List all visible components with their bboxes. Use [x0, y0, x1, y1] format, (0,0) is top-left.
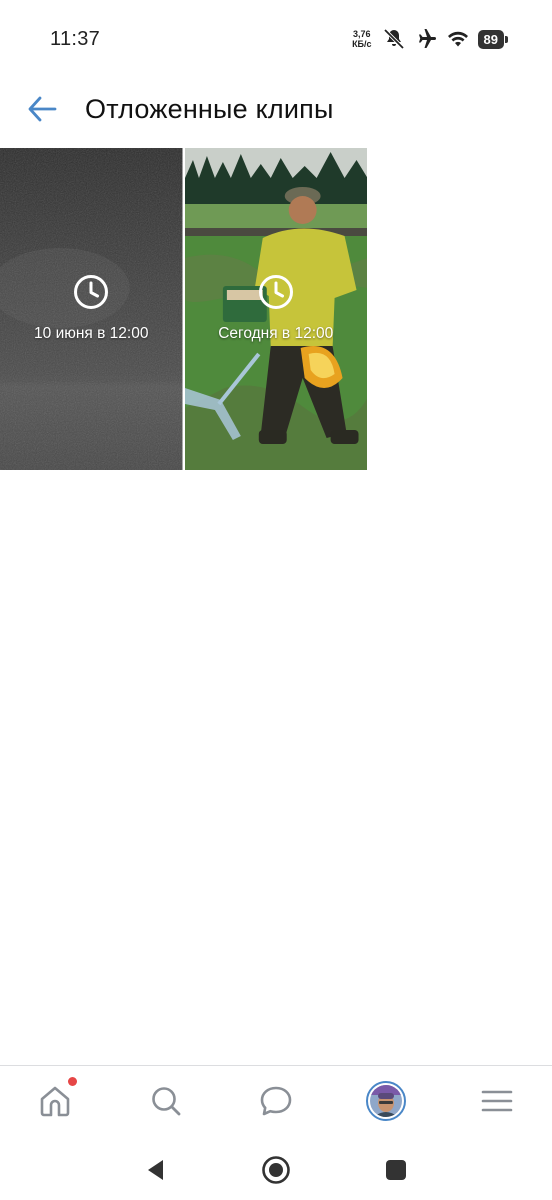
- clip-date: Сегодня в 12:00: [218, 325, 334, 342]
- wifi-icon: [447, 31, 468, 47]
- recents-square-icon: [386, 1160, 406, 1180]
- clip-card[interactable]: Сегодня в 12:00: [184, 148, 368, 470]
- nav-item-home[interactable]: [0, 1066, 110, 1135]
- hamburger-menu-icon: [481, 1090, 513, 1111]
- network-speed: 3,76 КБ/с: [352, 29, 371, 49]
- airplane-mode-icon: [418, 29, 436, 48]
- system-home-button[interactable]: [251, 1145, 301, 1195]
- mute-bell-icon: [383, 28, 404, 50]
- nav-item-menu[interactable]: [442, 1066, 552, 1135]
- page-title: Отложенные клипы: [85, 94, 334, 124]
- back-button[interactable]: [22, 92, 62, 126]
- system-back-button[interactable]: [131, 1145, 181, 1195]
- clock-icon: [258, 275, 293, 309]
- system-navigation: [0, 1140, 552, 1200]
- status-time: 11:37: [50, 28, 101, 50]
- clips-grid: 10 июня в 12:00 Сегодня в 12:00: [0, 148, 367, 470]
- network-speed-value: 3,76: [353, 29, 371, 39]
- clip-overlay: Сегодня в 12:00: [185, 148, 368, 470]
- header: Отложенные клипы: [0, 78, 552, 140]
- avatar-image: [370, 1084, 403, 1117]
- home-icon: [40, 1086, 70, 1116]
- battery-indicator: 89: [477, 29, 509, 49]
- search-icon: [151, 1086, 181, 1115]
- home-circle-icon: [262, 1156, 290, 1184]
- chat-bubble-icon: [260, 1086, 292, 1115]
- nav-item-search[interactable]: [110, 1066, 220, 1135]
- clip-card[interactable]: 10 июня в 12:00: [0, 148, 183, 470]
- clip-date: 10 июня в 12:00: [34, 325, 149, 342]
- nav-item-messages[interactable]: [221, 1066, 331, 1135]
- clip-overlay: 10 июня в 12:00: [0, 148, 183, 470]
- bottom-navigation: [0, 1065, 552, 1135]
- notification-dot: [68, 1077, 77, 1086]
- system-recents-button[interactable]: [371, 1145, 421, 1195]
- clock-icon: [74, 275, 109, 309]
- status-icons: 3,76 КБ/с 89: [352, 26, 509, 52]
- nav-item-profile[interactable]: [331, 1066, 441, 1135]
- status-bar: 11:37 3,76 КБ/с 89: [0, 0, 552, 78]
- arrow-left-icon: [28, 96, 57, 122]
- network-speed-unit: КБ/с: [352, 39, 372, 49]
- back-triangle-icon: [148, 1160, 163, 1180]
- avatar: [366, 1080, 407, 1121]
